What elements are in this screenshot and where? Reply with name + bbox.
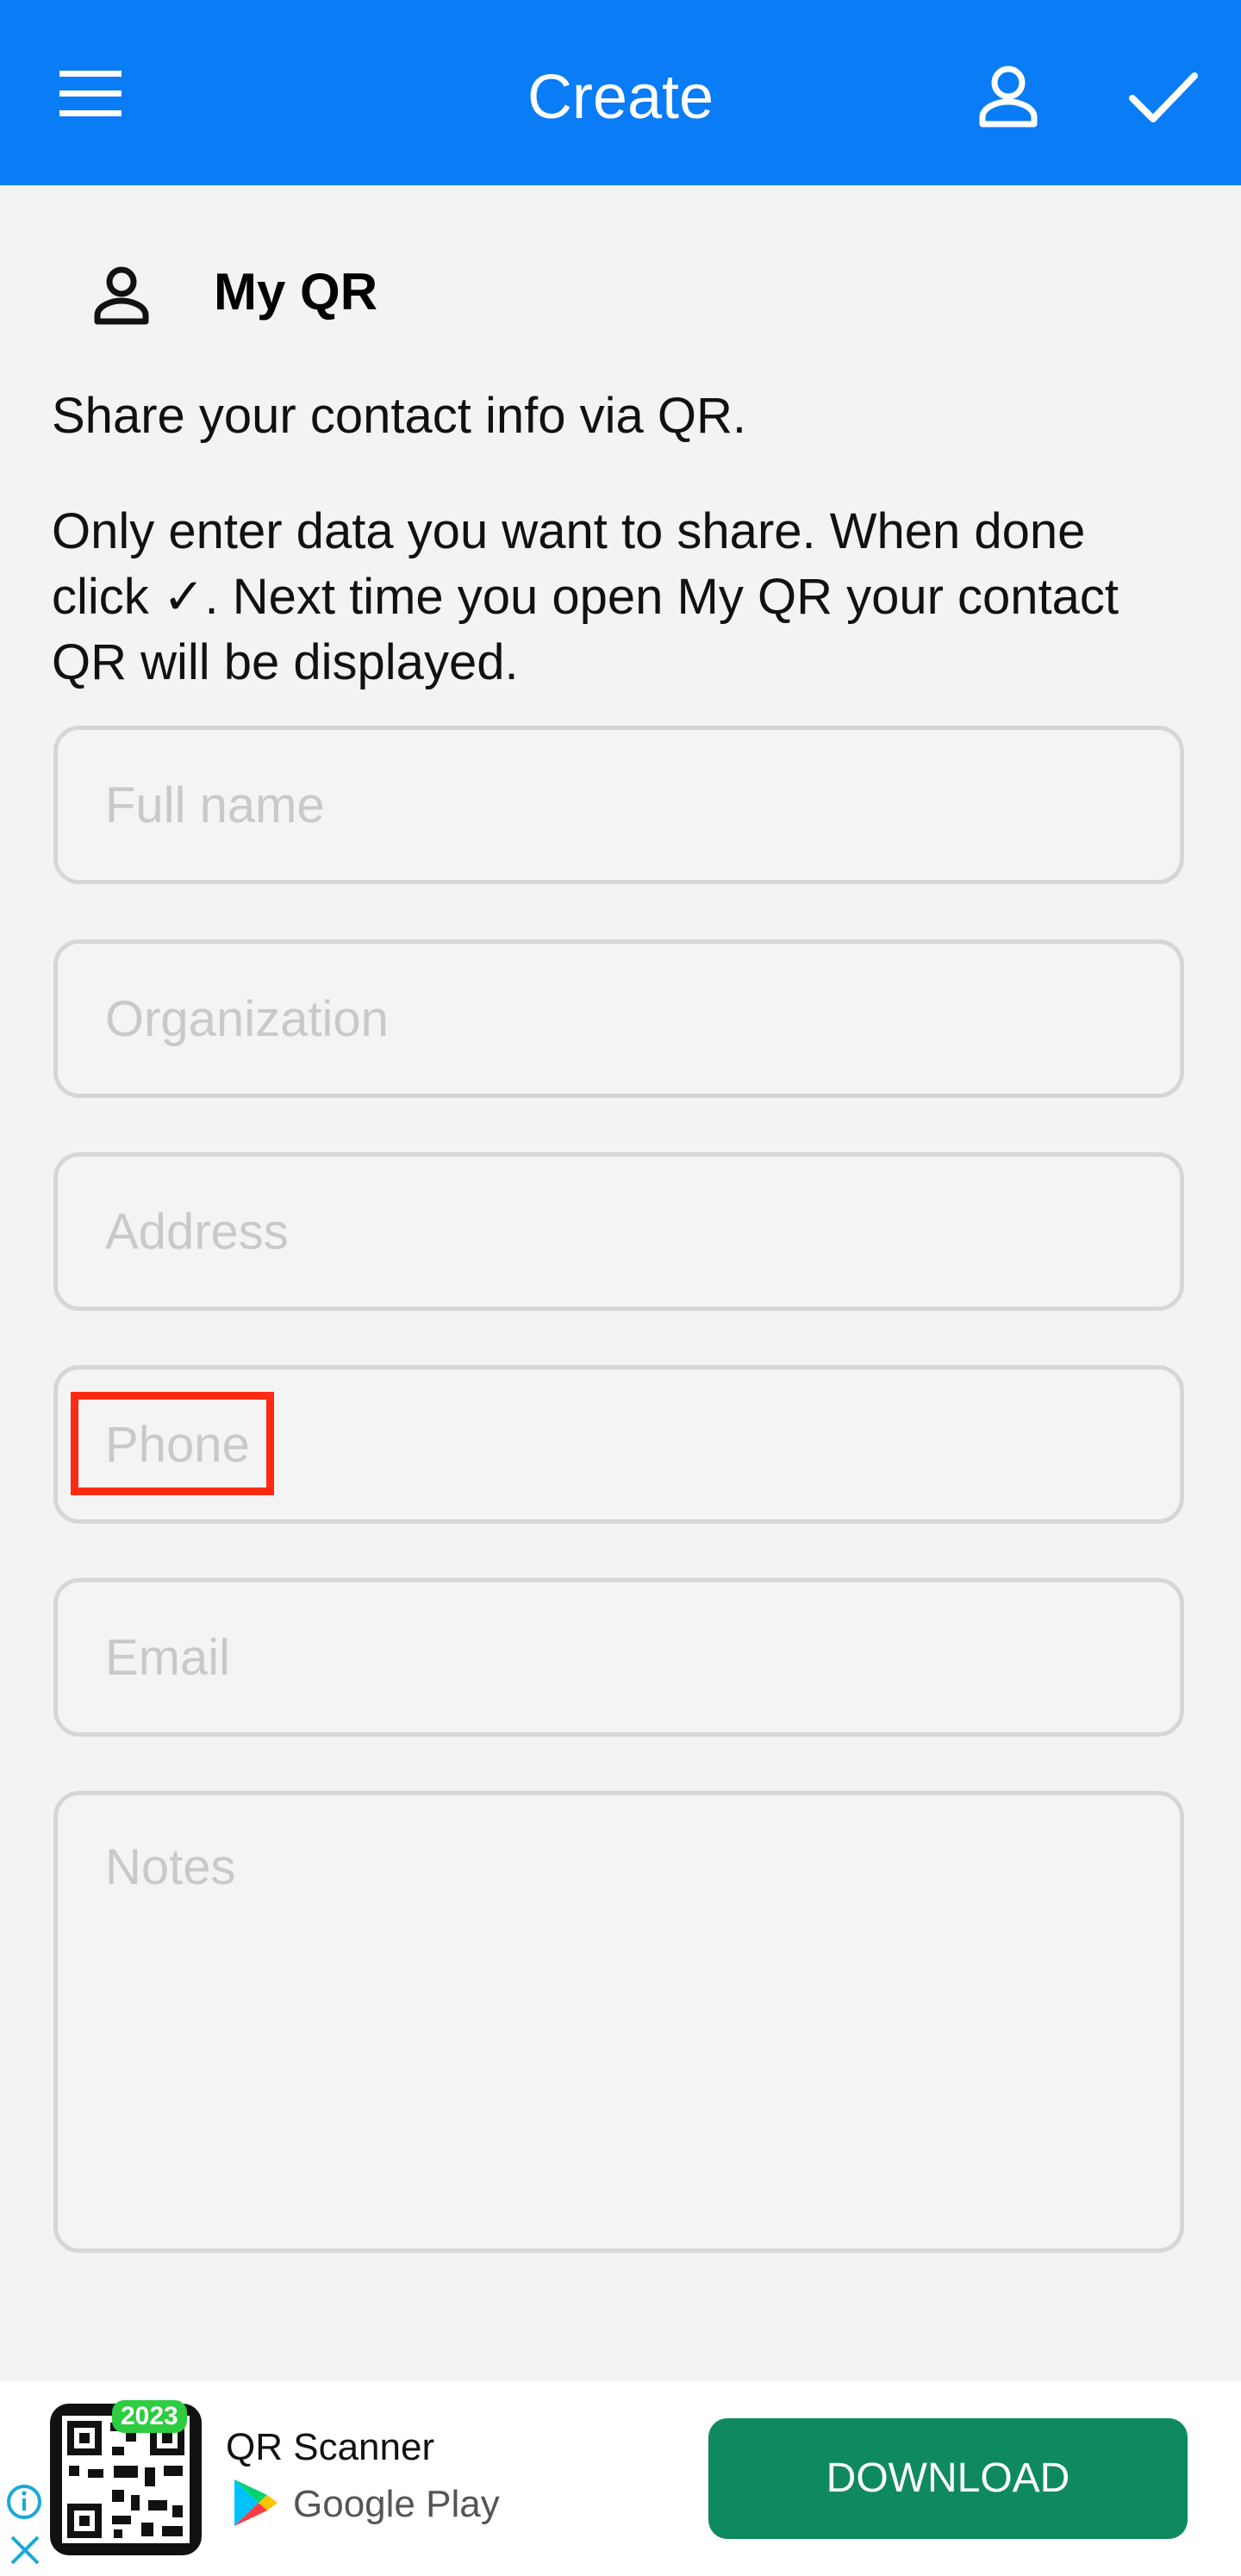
section-header: My QR xyxy=(82,246,685,332)
organization-field[interactable] xyxy=(53,939,1184,1098)
section-title: My QR xyxy=(214,263,378,321)
email-field[interactable] xyxy=(53,1578,1184,1737)
app-bar: Create xyxy=(0,0,1241,185)
check-icon xyxy=(1129,72,1198,122)
notes-input[interactable] xyxy=(105,1838,1145,2249)
notes-field[interactable] xyxy=(53,1791,1184,2253)
highlight-box xyxy=(71,1392,274,1495)
year-badge: 2023 xyxy=(112,2400,187,2433)
full-name-input[interactable] xyxy=(105,730,1145,880)
ad-banner[interactable]: 2023 QR Scanner Google Play DOWNLOAD xyxy=(0,2381,1241,2576)
close-icon[interactable] xyxy=(7,2532,43,2568)
ad-app-icon[interactable]: 2023 xyxy=(50,2400,202,2555)
profile-button[interactable] xyxy=(957,45,1060,148)
qr-code-icon xyxy=(62,2416,190,2543)
ad-store[interactable]: Google Play xyxy=(226,2476,502,2533)
google-play-icon xyxy=(234,2479,278,2526)
person-icon xyxy=(94,266,149,325)
address-field[interactable] xyxy=(53,1152,1184,1311)
info-icon[interactable] xyxy=(5,2483,43,2521)
email-input[interactable] xyxy=(105,1582,1145,1732)
intro-text: Share your contact info via QR. Only ent… xyxy=(52,384,1189,695)
person-icon xyxy=(979,65,1038,128)
organization-input[interactable] xyxy=(105,944,1145,1094)
address-input[interactable] xyxy=(105,1157,1145,1307)
ad-app-name[interactable]: QR Scanner xyxy=(226,2426,434,2469)
download-button[interactable]: DOWNLOAD xyxy=(708,2418,1188,2539)
intro-line-1: Share your contact info via QR. xyxy=(52,388,746,444)
full-name-field[interactable] xyxy=(53,726,1184,884)
intro-line-2: Only enter data you want to share. When … xyxy=(52,503,1119,690)
confirm-button[interactable] xyxy=(1112,45,1215,148)
store-name: Google Play xyxy=(293,2483,500,2525)
